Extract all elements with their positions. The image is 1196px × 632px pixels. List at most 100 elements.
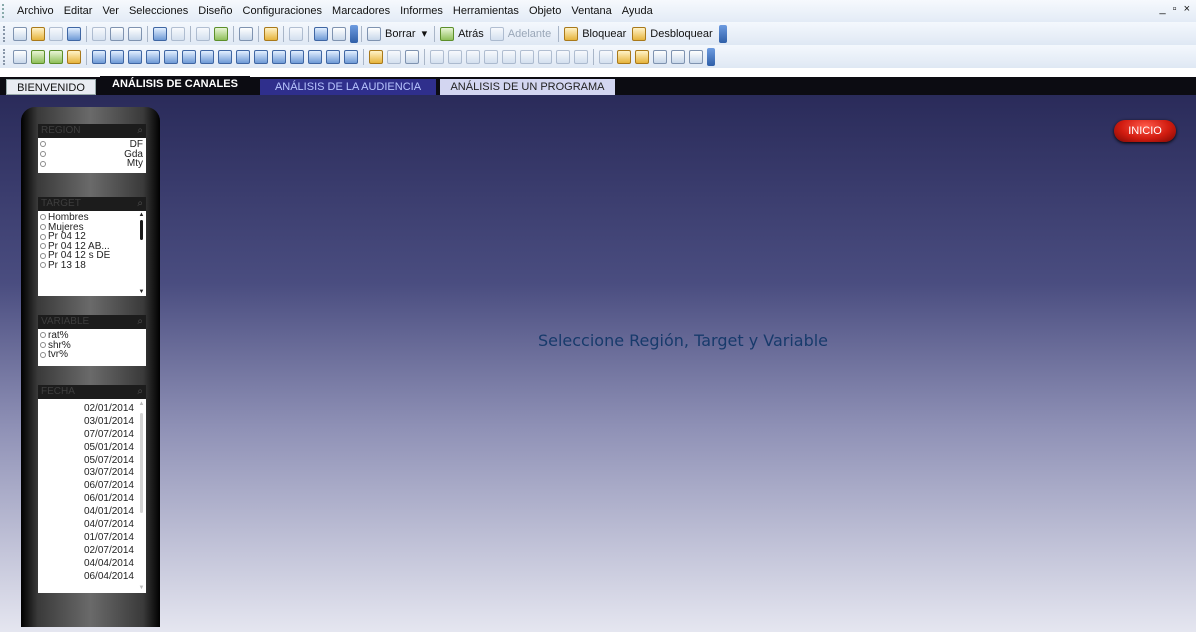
listbox-icon[interactable] (92, 49, 106, 64)
window-controls[interactable]: _ ▫ × (1159, 3, 1192, 15)
borrar-button[interactable]: Borrar (385, 28, 416, 40)
scroll-up-icon[interactable]: ▲ (138, 212, 145, 218)
chart-icon[interactable] (239, 26, 253, 41)
menu-ayuda[interactable]: Ayuda (622, 5, 653, 17)
menu-objeto[interactable]: Objeto (529, 5, 561, 17)
list-item[interactable]: 03/07/2014 (38, 467, 146, 480)
adelante-button[interactable]: Adelante (508, 28, 551, 40)
list-item[interactable]: 02/07/2014 (38, 545, 146, 558)
edit-script-icon[interactable] (110, 26, 124, 41)
context-help-icon[interactable] (332, 26, 346, 41)
unlock-icon[interactable] (632, 26, 647, 41)
scroll-thumb[interactable] (140, 220, 143, 240)
add-sheet-icon[interactable] (31, 49, 45, 64)
search-icon[interactable]: ⌕ (137, 124, 143, 138)
format-painter-icon[interactable] (387, 49, 401, 64)
search-icon[interactable] (196, 26, 210, 41)
inicio-button[interactable]: INICIO (1114, 120, 1176, 142)
align-left-icon[interactable] (430, 49, 444, 64)
document-properties-icon[interactable] (635, 49, 649, 64)
chart-object-icon[interactable] (164, 49, 178, 64)
space-horizontal-icon[interactable] (538, 49, 552, 64)
line-arrow-icon[interactable] (254, 49, 268, 64)
desbloquear-button[interactable]: Desbloquear (650, 28, 712, 40)
back-arrow-icon[interactable] (440, 26, 455, 41)
search-object-icon[interactable] (308, 49, 322, 64)
reload-data-icon[interactable] (128, 26, 142, 41)
align-center-icon[interactable] (448, 49, 462, 64)
list-item[interactable]: Mty (38, 159, 146, 169)
new-sheet-icon[interactable] (13, 49, 27, 64)
edit-icon[interactable] (289, 26, 303, 41)
list-item[interactable]: 06/01/2014 (38, 493, 146, 506)
menu-editar[interactable]: Editar (64, 5, 93, 17)
menu-informes[interactable]: Informes (400, 5, 443, 17)
undo-icon[interactable] (153, 26, 167, 41)
search-icon[interactable]: ⌕ (137, 385, 143, 399)
menu-configuraciones[interactable]: Configuraciones (243, 5, 323, 17)
scroll-down-icon[interactable]: ▼ (138, 585, 145, 591)
list-item[interactable]: 05/07/2014 (38, 455, 146, 468)
toolbar-grip[interactable] (3, 25, 7, 42)
toolbar-overflow-icon[interactable] (350, 24, 358, 43)
tab-analisis-de-canales[interactable]: ANÁLISIS DE CANALES (100, 76, 250, 95)
open-folder-icon[interactable] (31, 26, 45, 41)
list-item[interactable]: 06/07/2014 (38, 480, 146, 493)
menu-marcadores[interactable]: Marcadores (332, 5, 390, 17)
align-bottom-icon[interactable] (520, 49, 534, 64)
fecha-scrollbar[interactable]: ▲ ▼ (138, 399, 145, 593)
align-top-icon[interactable] (484, 49, 498, 64)
selections-icon[interactable] (214, 26, 228, 41)
expressions-icon[interactable] (671, 49, 685, 64)
tab-analisis-de-un-programa[interactable]: ANÁLISIS DE UN PROGRAMA (440, 79, 615, 95)
toolbar-overflow-icon[interactable] (707, 47, 715, 66)
same-size-icon[interactable] (574, 49, 588, 64)
multibox-icon[interactable] (128, 49, 142, 64)
save-icon[interactable] (67, 26, 81, 41)
wizard-icon[interactable] (369, 49, 383, 64)
toolbar-grip[interactable] (3, 48, 7, 65)
list-item[interactable]: 07/07/2014 (38, 429, 146, 442)
list-item[interactable]: 05/01/2014 (38, 442, 146, 455)
clear-selections-icon[interactable] (367, 26, 381, 41)
adjust-icon[interactable] (599, 49, 613, 64)
scroll-down-icon[interactable]: ▼ (138, 289, 145, 295)
list-item[interactable]: 04/04/2014 (38, 558, 146, 571)
reload-icon[interactable] (49, 26, 63, 41)
menu-selecciones[interactable]: Selecciones (129, 5, 188, 17)
forward-arrow-icon[interactable] (489, 26, 504, 41)
borrar-dropdown-icon[interactable]: ▾ (422, 27, 428, 40)
reload-sheet-icon[interactable] (689, 49, 703, 64)
menu-ventana[interactable]: Ventana (571, 5, 611, 17)
tab-bienvenido[interactable]: BIENVENIDO (6, 79, 96, 95)
list-item[interactable]: 02/01/2014 (38, 403, 146, 416)
search-icon[interactable]: ⌕ (137, 315, 143, 329)
bookmark-object-icon[interactable] (290, 49, 304, 64)
edit-module-icon[interactable] (653, 49, 667, 64)
menu-archivo[interactable]: Archivo (17, 5, 54, 17)
align-middle-icon[interactable] (502, 49, 516, 64)
user-properties-icon[interactable] (617, 49, 631, 64)
list-item[interactable]: Pr 13 18 (38, 260, 146, 271)
menu-diseno[interactable]: Diseño (198, 5, 232, 17)
atras-button[interactable]: Atrás (458, 28, 484, 40)
print-icon[interactable] (92, 26, 106, 41)
statistics-box-icon[interactable] (110, 49, 124, 64)
sheet-properties-icon[interactable] (67, 49, 81, 64)
lock-icon[interactable] (564, 26, 579, 41)
list-item[interactable]: 06/04/2014 (38, 571, 146, 584)
toolbar-overflow-icon[interactable] (718, 24, 727, 43)
align-right-icon[interactable] (466, 49, 480, 64)
container-icon[interactable] (326, 49, 340, 64)
bookmark-star-icon[interactable] (264, 26, 278, 41)
move-sheet-icon[interactable] (49, 49, 63, 64)
list-item[interactable]: 01/07/2014 (38, 532, 146, 545)
list-item[interactable]: 03/01/2014 (38, 416, 146, 429)
menu-herramientas[interactable]: Herramientas (453, 5, 519, 17)
scroll-up-icon[interactable]: ▲ (138, 401, 145, 407)
target-scrollbar[interactable]: ▲ ▼ (138, 211, 145, 296)
current-selections-icon[interactable] (200, 49, 214, 64)
menubar-grip[interactable] (2, 4, 8, 18)
button-object-icon[interactable] (218, 49, 232, 64)
help-icon[interactable] (314, 26, 328, 41)
